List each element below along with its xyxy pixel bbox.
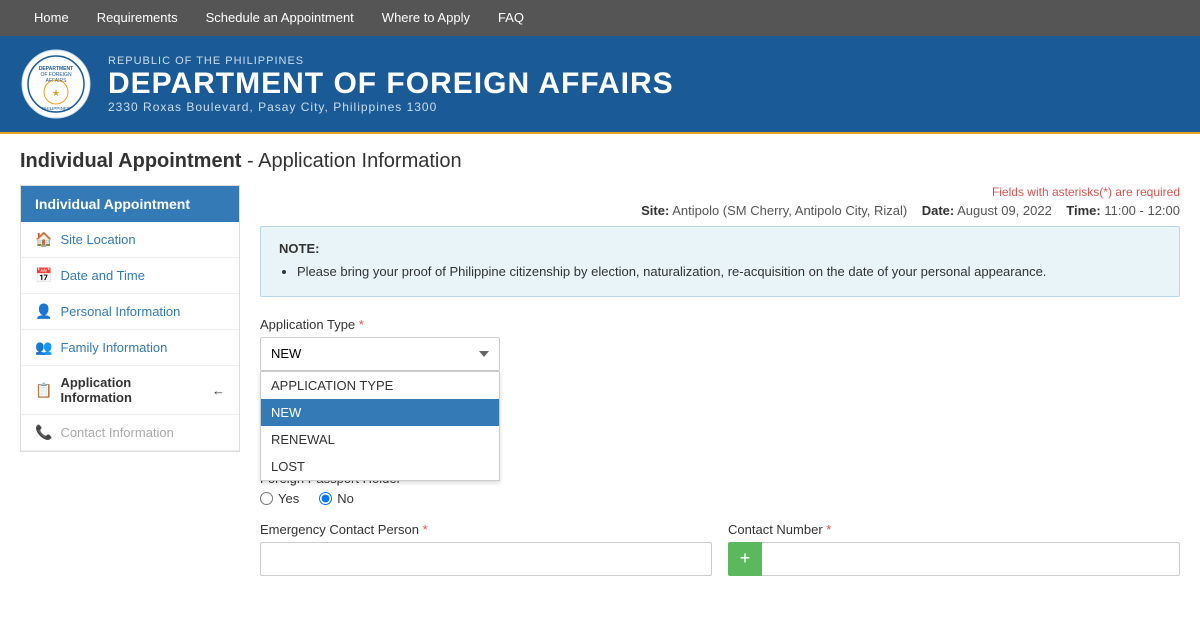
required-asterisk: *	[359, 317, 364, 332]
sidebar-item-date-time[interactable]: 📅 Date and Time	[21, 258, 239, 294]
main-content: Fields with asterisks(*) are required Si…	[260, 185, 1180, 592]
nav-schedule[interactable]: Schedule an Appointment	[192, 0, 368, 36]
time-value: 11:00 - 12:00	[1104, 203, 1180, 218]
application-type-select[interactable]: APPLICATION TYPE NEW RENEWAL LOST	[260, 337, 500, 371]
contact-number-wrapper: +	[728, 542, 1180, 576]
no-label: No	[337, 491, 354, 506]
dropdown-open: APPLICATION TYPE NEW RENEWAL LOST	[260, 371, 500, 481]
note-list: Please bring your proof of Philippine ci…	[297, 262, 1161, 282]
note-item-0: Please bring your proof of Philippine ci…	[297, 262, 1161, 282]
radio-no[interactable]	[319, 492, 332, 505]
application-type-group: Application Type * APPLICATION TYPE NEW …	[260, 317, 1180, 371]
time-label: Time:	[1066, 203, 1100, 218]
person-icon: 👤	[35, 303, 52, 320]
dropdown-option-new[interactable]: NEW	[261, 399, 499, 426]
header-text-block: REPUBLIC OF THE PHILIPPINES DEPARTMENT O…	[108, 55, 674, 114]
calendar-icon: 📅	[35, 267, 52, 284]
date-label: Date:	[922, 203, 955, 218]
republic-label: REPUBLIC OF THE PHILIPPINES	[108, 55, 674, 67]
svg-text:PHILIPPINES: PHILIPPINES	[42, 106, 70, 111]
site-value: Antipolo (SM Cherry, Antipolo City, Riza…	[672, 203, 907, 218]
contact-number-label: Contact Number *	[728, 522, 1180, 537]
sidebar-item-personal-info[interactable]: 👤 Personal Information	[21, 294, 239, 330]
sidebar-label-contact-info: Contact Information	[60, 425, 173, 440]
emergency-contact-input[interactable]	[260, 542, 712, 576]
application-type-label: Application Type *	[260, 317, 1180, 332]
dfa-seal: DEPARTMENT OF FOREIGN AFFAIRS ★ PHILIPPI…	[20, 48, 92, 120]
nav-faq[interactable]: FAQ	[484, 0, 538, 36]
nav-requirements[interactable]: Requirements	[83, 0, 192, 36]
nav-where-to-apply[interactable]: Where to Apply	[368, 0, 484, 36]
note-title: NOTE:	[279, 241, 1161, 256]
dropdown-option-type[interactable]: APPLICATION TYPE	[261, 372, 499, 399]
sidebar-item-site-location[interactable]: 🏠 Site Location	[21, 222, 239, 258]
add-contact-button[interactable]: +	[728, 542, 762, 576]
dept-name: DEPARTMENT OF FOREIGN AFFAIRS	[108, 67, 674, 100]
contact-number-group: Contact Number * +	[728, 522, 1180, 576]
sidebar-item-contact-info: 📞 Contact Information	[21, 415, 239, 451]
dept-address: 2330 Roxas Boulevard, Pasay City, Philip…	[108, 100, 674, 114]
phone-icon: 📞	[35, 424, 52, 441]
page-title-bar: Individual Appointment - Application Inf…	[0, 134, 1200, 185]
page-title-sub: - Application Information	[247, 150, 462, 172]
clipboard-icon: 📋	[35, 382, 52, 399]
site-header: DEPARTMENT OF FOREIGN AFFAIRS ★ PHILIPPI…	[0, 36, 1200, 132]
site-details: Site: Antipolo (SM Cherry, Antipolo City…	[260, 203, 1180, 218]
site-label: Site:	[641, 203, 669, 218]
nav-home[interactable]: Home	[20, 0, 83, 36]
sidebar-label-site-location: Site Location	[60, 232, 135, 247]
site-info-block: Fields with asterisks(*) are required Si…	[260, 185, 1180, 218]
date-value: August 09, 2022	[957, 203, 1052, 218]
top-navigation: Home Requirements Schedule an Appointmen…	[0, 0, 1200, 36]
content-layout: Individual Appointment 🏠 Site Location 📅…	[0, 185, 1200, 612]
sidebar-item-family-info[interactable]: 👥 Family Information	[21, 330, 239, 366]
radio-no-label[interactable]: No	[319, 491, 354, 506]
active-arrow: ←	[212, 383, 225, 398]
page-title-main: Individual Appointment	[20, 150, 241, 172]
sidebar-header: Individual Appointment	[21, 186, 239, 222]
dropdown-option-renewal[interactable]: RENEWAL	[261, 426, 499, 453]
yes-label: Yes	[278, 491, 299, 506]
foreign-passport-radio-group: Yes No	[260, 491, 1180, 506]
family-icon: 👥	[35, 339, 52, 356]
sidebar-label-date-time: Date and Time	[60, 268, 145, 283]
sidebar-label-family-info: Family Information	[60, 340, 167, 355]
required-asterisk-cn: *	[826, 522, 831, 537]
note-box: NOTE: Please bring your proof of Philipp…	[260, 226, 1180, 297]
required-note: Fields with asterisks(*) are required	[260, 185, 1180, 199]
radio-yes[interactable]	[260, 492, 273, 505]
contact-row: Emergency Contact Person * Contact Numbe…	[260, 522, 1180, 592]
radio-yes-label[interactable]: Yes	[260, 491, 299, 506]
svg-text:★: ★	[52, 88, 60, 98]
sidebar-label-application-info: Application Information	[60, 375, 204, 405]
home-icon: 🏠	[35, 231, 52, 248]
contact-number-input[interactable]	[762, 542, 1180, 576]
application-type-dropdown-wrapper: APPLICATION TYPE NEW RENEWAL LOST APPLIC…	[260, 337, 500, 371]
sidebar: Individual Appointment 🏠 Site Location 📅…	[20, 185, 240, 452]
required-asterisk-ec: *	[423, 522, 428, 537]
emergency-contact-group: Emergency Contact Person *	[260, 522, 712, 576]
sidebar-item-application-info[interactable]: 📋 Application Information ←	[21, 366, 239, 415]
emergency-contact-label: Emergency Contact Person *	[260, 522, 712, 537]
sidebar-label-personal-info: Personal Information	[60, 304, 180, 319]
dropdown-option-lost[interactable]: LOST	[261, 453, 499, 480]
